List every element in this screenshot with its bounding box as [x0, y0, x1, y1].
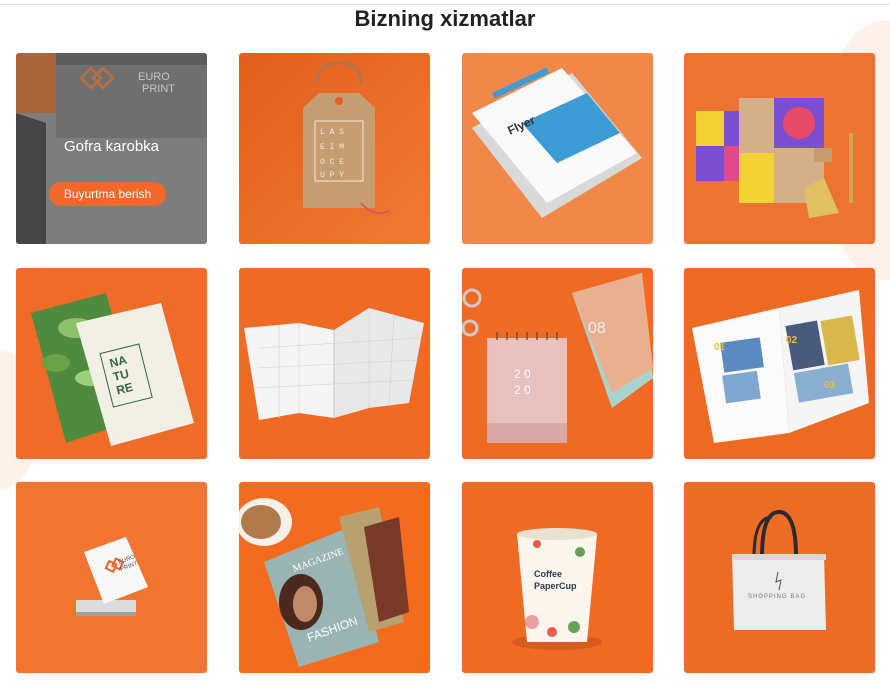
service-card-flyer[interactable]: Flyer: [462, 53, 653, 244]
service-card-nature-card[interactable]: NA TU RE: [16, 268, 207, 459]
trifold-image: [239, 268, 430, 459]
nature-card-image: NA TU RE: [16, 268, 207, 459]
calendar-year: 2 0: [514, 367, 531, 381]
service-card-stationery[interactable]: [684, 53, 875, 244]
hang-tag-image: L A S E I M O C E U P Y: [239, 53, 430, 244]
cup-text: PaperCup: [534, 581, 577, 591]
service-card-trifold[interactable]: [239, 268, 430, 459]
calendar-month: 08: [588, 320, 606, 337]
paper-cup-image: Coffee PaperCup: [462, 482, 653, 673]
fashion-magazine-image: MAGAZINE FASHION: [239, 482, 430, 673]
svg-text:E I M: E I M: [320, 143, 344, 152]
calendar-image: 08 2 0 2 0: [462, 268, 653, 459]
business-card-image: EURO PRINT: [16, 482, 207, 673]
magazine-number: 02: [786, 335, 798, 346]
service-card-magazine[interactable]: 01 02 03: [684, 268, 875, 459]
svg-text:L A S: L A S: [320, 128, 344, 137]
svg-text:U P Y: U P Y: [320, 171, 344, 180]
cup-text: Coffee: [534, 569, 562, 579]
bag-text: SHOPPING BAG: [748, 594, 806, 600]
stationery-image: [684, 53, 875, 244]
shopping-bag-image: SHOPPING BAG: [684, 482, 875, 673]
services-page: Bizning xizmatlar EURO PRINT Gofra karob…: [0, 0, 890, 682]
magazine-image: 01 02 03: [684, 268, 875, 459]
top-divider: [0, 4, 890, 5]
card-title: Gofra karobka: [63, 138, 160, 155]
service-card-paper-cup[interactable]: Coffee PaperCup: [462, 482, 653, 673]
flyer-image: Flyer: [462, 53, 653, 244]
order-button[interactable]: Buyurtma berish: [49, 182, 166, 206]
service-card-fashion-magazine[interactable]: MAGAZINE FASHION: [239, 482, 430, 673]
calendar-year: 2 0: [514, 383, 531, 397]
service-card-business-card[interactable]: EURO PRINT: [16, 482, 207, 673]
service-card-corrugated-box[interactable]: EURO PRINT Gofra karobka Buyurtma berish: [16, 53, 207, 244]
service-card-shopping-bag[interactable]: SHOPPING BAG: [684, 482, 875, 673]
service-card-hang-tag[interactable]: L A S E I M O C E U P Y: [239, 53, 430, 244]
magazine-number: 01: [714, 342, 726, 353]
svg-text:O C E: O C E: [320, 158, 344, 167]
magazine-number: 03: [824, 380, 836, 391]
section-title: Bizning xizmatlar: [354, 6, 536, 31]
service-card-desk-calendar[interactable]: 08 2 0 2 0: [462, 268, 653, 459]
